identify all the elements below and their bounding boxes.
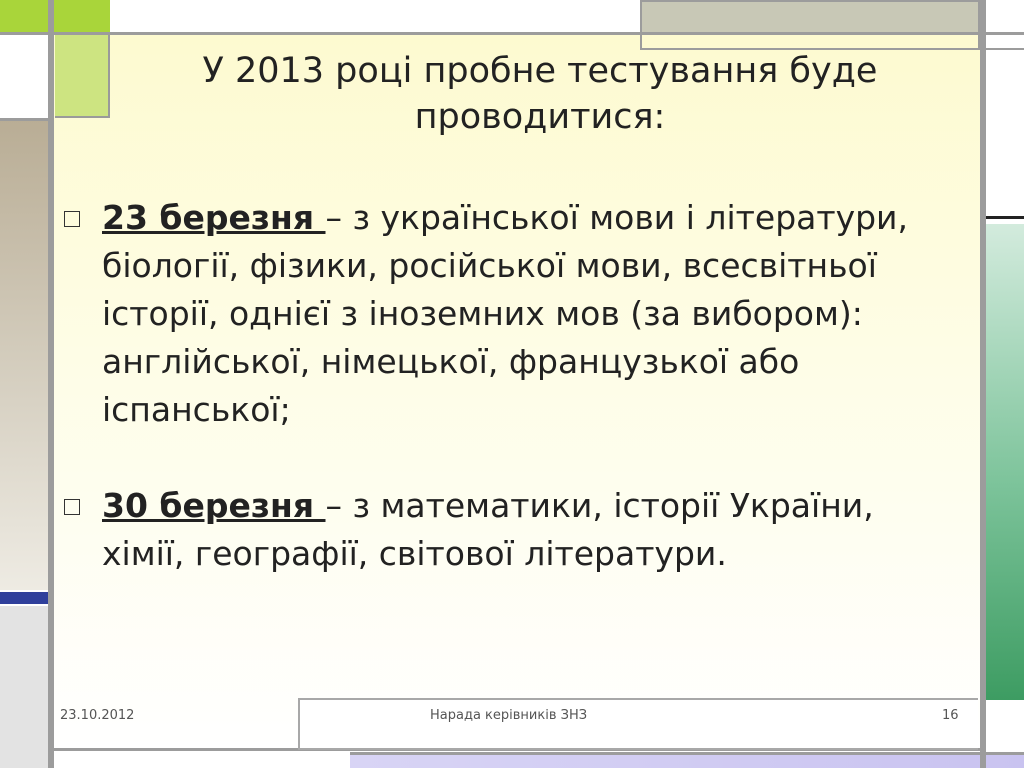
- decor-left-blue-strip: [0, 592, 50, 604]
- footer-date: 23.10.2012: [60, 708, 135, 723]
- slide-number: 16: [942, 708, 959, 723]
- slide-title: У 2013 році пробне тестування буде прово…: [202, 51, 878, 137]
- square-bullet-icon: [64, 211, 80, 227]
- decor-green-square-inner: [55, 32, 110, 118]
- decor-left-lower-block: [0, 606, 48, 768]
- decor-right-line: [986, 48, 1024, 50]
- decor-right-line: [986, 32, 1024, 34]
- footer-title: Нарада керівників ЗНЗ: [430, 708, 588, 723]
- decor-left-top-divider: [0, 118, 52, 121]
- decor-top-gray-box: [640, 0, 980, 34]
- bullet-item: 23 березня – з української мови і літера…: [64, 194, 964, 434]
- bullet-list: 23 березня – з української мови і літера…: [64, 194, 964, 626]
- bullet-date: 23 березня: [102, 198, 326, 237]
- bullet-item: 30 березня – з математики, історії Украї…: [64, 482, 964, 578]
- footer-box: [298, 698, 978, 750]
- decor-right-black-line: [986, 216, 1024, 219]
- decor-right-green-bar: [986, 224, 1024, 700]
- decor-left-tan-bar: [0, 120, 50, 590]
- bullet-date: 30 березня: [102, 486, 326, 525]
- decor-left-divider: [48, 0, 54, 768]
- decor-right-divider: [980, 0, 986, 768]
- decor-green-square: [0, 0, 110, 32]
- decor-bottom-lavender-bar: [350, 752, 1024, 768]
- square-bullet-icon: [64, 499, 80, 515]
